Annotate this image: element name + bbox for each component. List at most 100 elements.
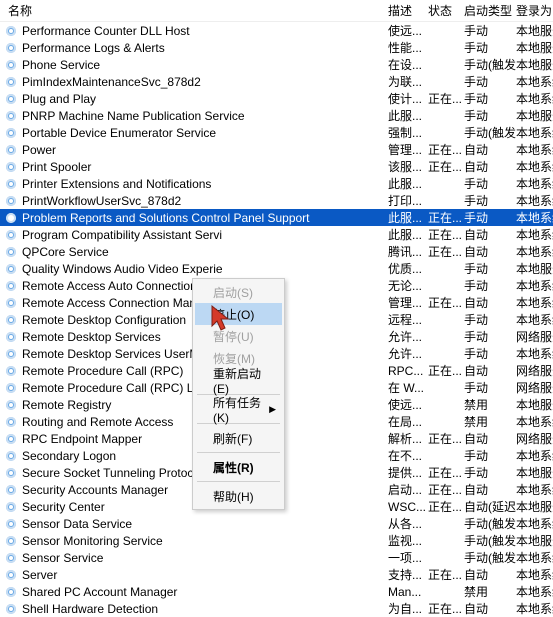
service-startup: 手动 — [464, 277, 516, 294]
table-row[interactable]: Sensor Service一项...手动(触发...本地系统 — [0, 549, 553, 566]
service-gear-icon — [4, 296, 18, 310]
service-gear-icon — [4, 126, 18, 140]
service-name: Sensor Monitoring Service — [22, 534, 388, 548]
service-desc: 在 W... — [388, 379, 428, 396]
service-gear-icon — [4, 398, 18, 412]
service-gear-icon — [4, 551, 18, 565]
service-logon: 本地服务 — [516, 260, 553, 277]
menu-properties[interactable]: 属性(R) — [195, 456, 282, 478]
service-startup: 手动 — [464, 90, 516, 107]
service-gear-icon — [4, 160, 18, 174]
service-desc: 从各... — [388, 515, 428, 532]
table-row[interactable]: Server支持...正在...自动本地系统 — [0, 566, 553, 583]
service-gear-icon — [4, 228, 18, 242]
table-row[interactable]: Shell Hardware Detection为自...正在...自动本地系统 — [0, 600, 553, 617]
table-row[interactable]: Printer Extensions and Notifications此服..… — [0, 175, 553, 192]
column-header-startup[interactable]: 启动类型 — [464, 2, 516, 19]
table-row[interactable]: Sensor Data Service从各...手动(触发...本地系统 — [0, 515, 553, 532]
service-startup: 手动 — [464, 209, 516, 226]
service-startup: 自动 — [464, 362, 516, 379]
table-row[interactable]: Power管理...正在...自动本地系统 — [0, 141, 553, 158]
table-row[interactable]: Shared PC Account ManagerMan...禁用本地系统 — [0, 583, 553, 600]
service-status: 正在... — [428, 498, 464, 515]
service-startup: 手动 — [464, 345, 516, 362]
service-logon: 本地服务 — [516, 22, 553, 39]
table-row[interactable]: QPCore Service腾讯...正在...自动本地系统 — [0, 243, 553, 260]
table-row[interactable]: Print Spooler该服...正在...自动本地系统 — [0, 158, 553, 175]
service-gear-icon — [4, 330, 18, 344]
service-logon: 网络服务 — [516, 379, 553, 396]
service-startup: 自动 — [464, 566, 516, 583]
service-startup: 自动 — [464, 158, 516, 175]
service-logon: 本地系统 — [516, 311, 553, 328]
table-row[interactable]: Portable Device Enumerator Service强制...手… — [0, 124, 553, 141]
table-row[interactable]: Plug and Play使计...正在...手动本地系统 — [0, 90, 553, 107]
table-row[interactable]: Quality Windows Audio Video Experie优质...… — [0, 260, 553, 277]
service-status: 正在... — [428, 141, 464, 158]
menu-stop[interactable]: 停止(O) — [195, 303, 282, 325]
context-menu: 启动(S) 停止(O) 暂停(U) 恢复(M) 重新启动(E) 所有任务(K) … — [192, 278, 285, 510]
service-logon: 本地系统 — [516, 141, 553, 158]
service-name: Sensor Data Service — [22, 517, 388, 531]
service-startup: 自动 — [464, 226, 516, 243]
service-name: Quality Windows Audio Video Experie — [22, 262, 388, 276]
service-status: 正在... — [428, 294, 464, 311]
service-name: PimIndexMaintenanceSvc_878d2 — [22, 75, 388, 89]
service-gear-icon — [4, 109, 18, 123]
service-logon: 本地服务 — [516, 464, 553, 481]
table-row[interactable]: Performance Logs & Alerts性能...手动本地服务 — [0, 39, 553, 56]
table-row[interactable]: Problem Reports and Solutions Control Pa… — [0, 209, 553, 226]
service-logon: 网络服务 — [516, 362, 553, 379]
service-name: Plug and Play — [22, 92, 388, 106]
service-logon: 本地系统 — [516, 73, 553, 90]
service-startup: 手动 — [464, 379, 516, 396]
service-gear-icon — [4, 500, 18, 514]
column-header-name[interactable]: 名称 — [4, 2, 388, 19]
service-name: PNRP Machine Name Publication Service — [22, 109, 388, 123]
menu-restart[interactable]: 重新启动(E) — [195, 369, 282, 391]
table-row[interactable]: Performance Counter DLL Host使远...手动本地服务 — [0, 22, 553, 39]
service-gear-icon — [4, 211, 18, 225]
table-row[interactable]: Program Compatibility Assistant Servi此服.… — [0, 226, 553, 243]
service-desc: 使远... — [388, 396, 428, 413]
service-logon: 本地系统 — [516, 600, 553, 617]
menu-refresh[interactable]: 刷新(F) — [195, 427, 282, 449]
service-startup: 手动(触发... — [464, 56, 516, 73]
service-desc: 此服... — [388, 226, 428, 243]
menu-all-tasks[interactable]: 所有任务(K) ▶ — [195, 398, 282, 420]
table-row[interactable]: Phone Service在设...手动(触发...本地服务 — [0, 56, 553, 73]
service-startup: 手动(触发... — [464, 549, 516, 566]
service-logon: 本地系统 — [516, 226, 553, 243]
table-row[interactable]: PimIndexMaintenanceSvc_878d2为联...手动本地系统 — [0, 73, 553, 90]
service-logon: 本地系统 — [516, 481, 553, 498]
service-desc: 此服... — [388, 107, 428, 124]
service-logon: 本地系统 — [516, 158, 553, 175]
column-header-status[interactable]: 状态 — [428, 2, 464, 19]
service-desc: 为联... — [388, 73, 428, 90]
column-header-row: 名称 描述 状态 启动类型 登录为 — [0, 0, 553, 22]
service-startup: 自动 — [464, 141, 516, 158]
service-desc: 此服... — [388, 209, 428, 226]
service-gear-icon — [4, 585, 18, 599]
service-desc: 解析... — [388, 430, 428, 447]
service-logon: 本地系统 — [516, 192, 553, 209]
service-name: QPCore Service — [22, 245, 388, 259]
table-row[interactable]: PNRP Machine Name Publication Service此服.… — [0, 107, 553, 124]
service-status: 正在... — [428, 243, 464, 260]
column-header-logon[interactable]: 登录为 — [516, 2, 553, 19]
service-gear-icon — [4, 449, 18, 463]
service-startup: 自动 — [464, 430, 516, 447]
menu-help[interactable]: 帮助(H) — [195, 485, 282, 507]
service-gear-icon — [4, 92, 18, 106]
service-desc: 允许... — [388, 345, 428, 362]
service-desc: 使远... — [388, 22, 428, 39]
service-logon: 本地系统 — [516, 243, 553, 260]
table-row[interactable]: PrintWorkflowUserSvc_878d2打印...手动本地系统 — [0, 192, 553, 209]
table-row[interactable]: Sensor Monitoring Service监视...手动(触发...本地… — [0, 532, 553, 549]
service-gear-icon — [4, 415, 18, 429]
service-logon: 本地系统 — [516, 277, 553, 294]
service-logon: 本地服务 — [516, 56, 553, 73]
service-desc: RPC... — [388, 364, 428, 378]
service-name: Shared PC Account Manager — [22, 585, 388, 599]
column-header-desc[interactable]: 描述 — [388, 2, 428, 19]
